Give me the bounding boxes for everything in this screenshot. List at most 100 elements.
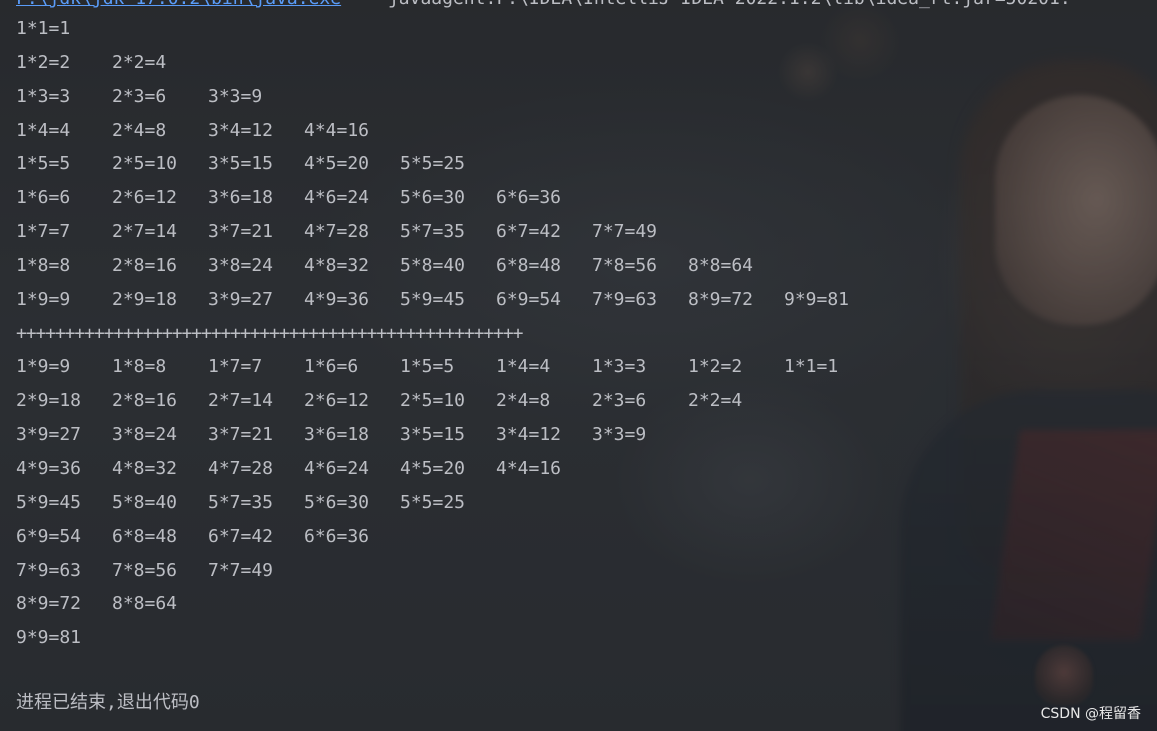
product-cell: 1*9=9 [16,356,71,378]
product-cell: 6*6=36 [304,525,370,547]
product-cell: 2*9=18 [16,390,82,412]
command-args: -javaagent:F:\IDEA\IntelliJ IDEA 2022.1.… [377,0,1071,9]
product-cell: 2*3=6 [112,85,167,107]
output-line: 3*9=27 3*8=24 3*7=21 3*6=18 3*5=15 3*4=12 3*3=… [16,422,880,456]
product-cell: 4*6=24 [304,187,370,209]
product-cell: 5*6=30 [400,187,466,209]
product-cell: 9*9=81 [784,288,850,310]
product-cell: 4*5=20 [304,153,370,175]
output-line: 1*9=9 1*8=8 1*7=7 1*6=6 1*5=5 1*4=4 1*3=3 1*2=2… [16,354,880,388]
output-line: 1*4=4 2*4=8 3*4=12 4*4=16 [16,118,880,152]
product-cell: 1*4=4 [16,119,71,141]
product-cell: 3*4=12 [496,424,562,446]
product-cell: 2*4=8 [496,390,551,412]
product-cell: 2*6=12 [304,390,370,412]
product-cell: 6*9=54 [496,288,562,310]
product-cell: 8*9=72 [16,593,82,615]
output-line: 9*9=81 [16,625,880,659]
product-cell: 2*4=8 [112,119,167,141]
product-cell: 4*9=36 [304,288,370,310]
product-cell: 5*5=25 [400,491,466,513]
product-cell: 4*8=32 [304,254,370,276]
product-cell: 4*5=20 [400,457,466,479]
command-line: F:\jdk\jdk-17.0.2\bin\java.exe -javaagent… [16,0,1071,10]
product-cell: 2*2=4 [112,51,167,73]
product-cell: 1*1=1 [16,18,71,39]
output-line: 7*9=63 7*8=56 7*7=49 [16,558,880,592]
exit-message: 进程已结束,退出代码0 [16,692,200,713]
java-exe-link[interactable]: F:\jdk\jdk-17.0.2\bin\java.exe [16,0,341,9]
product-cell: 5*6=30 [304,491,370,513]
product-cell: 3*5=15 [400,424,466,446]
product-cell: 2*5=10 [112,153,178,175]
product-cell: 5*8=40 [400,254,466,276]
product-cell: 5*7=35 [208,491,274,513]
product-cell: 3*3=9 [592,424,647,446]
product-cell: 3*6=18 [208,187,274,209]
product-cell: 1*5=5 [400,356,455,378]
output-line: 4*9=36 4*8=32 4*7=28 4*6=24 4*5=20 4*4=16 [16,456,880,490]
product-cell: 5*5=25 [400,153,466,175]
product-cell: 4*7=28 [304,221,370,243]
product-cell: 3*9=27 [208,288,274,310]
output-line: 8*9=72 8*8=64 [16,591,880,625]
output-line: 1*9=9 2*9=18 3*9=27 4*9=36 5*9=45 6*9=54 7*9=6… [16,287,880,321]
output-line: 1*1=1 [16,16,880,50]
product-cell: 1*5=5 [16,153,71,175]
product-cell: 9*9=81 [16,627,82,649]
product-cell: 1*1=1 [784,356,839,378]
separator-line: ++++++++++++++++++++++++++++++++++++++++… [16,322,523,344]
output-line: 1*3=3 2*3=6 3*3=9 [16,84,880,118]
product-cell: 3*7=21 [208,424,274,446]
product-cell: 5*7=35 [400,221,466,243]
product-cell: 4*6=24 [304,457,370,479]
product-cell: 1*6=6 [304,356,359,378]
output-line: 1*7=7 2*7=14 3*7=21 4*7=28 5*7=35 6*7=42 7*7=4… [16,219,880,253]
product-cell: 1*6=6 [16,187,71,209]
product-cell: 7*8=56 [592,254,658,276]
run-console[interactable]: F:\jdk\jdk-17.0.2\bin\java.exe -javaagent… [0,0,1157,731]
product-cell: 3*4=12 [208,119,274,141]
product-cell: 7*9=63 [16,559,82,581]
product-cell: 3*8=24 [208,254,274,276]
product-cell: 4*8=32 [112,457,178,479]
output-line: 6*9=54 6*8=48 6*7=42 6*6=36 [16,524,880,558]
output-line: 1*8=8 2*8=16 3*8=24 4*8=32 5*8=40 6*8=48 7*8=5… [16,253,880,287]
product-cell: 2*3=6 [592,390,647,412]
output-line: 1*5=5 2*5=10 3*5=15 4*5=20 5*5=25 [16,151,880,185]
output-line: 5*9=45 5*8=40 5*7=35 5*6=30 5*5=25 [16,490,880,524]
product-cell: 6*7=42 [208,525,274,547]
product-cell: 7*9=63 [592,288,658,310]
product-cell: 1*7=7 [16,221,71,243]
watermark: CSDN @程留香 [1040,706,1141,722]
product-cell: 7*7=49 [592,221,658,243]
output-line: 2*9=18 2*8=16 2*7=14 2*6=12 2*5=10 2*4=8 2*3=6… [16,388,880,422]
product-cell: 4*7=28 [208,457,274,479]
product-cell: 1*4=4 [496,356,551,378]
product-cell: 1*2=2 [688,356,743,378]
product-cell: 3*9=27 [16,424,82,446]
product-cell: 4*4=16 [496,457,562,479]
product-cell: 7*7=49 [208,559,274,581]
product-cell: 6*9=54 [16,525,82,547]
product-cell: 4*9=36 [16,457,82,479]
product-cell: 4*4=16 [304,119,370,141]
product-cell: 3*8=24 [112,424,178,446]
product-cell: 1*3=3 [16,85,71,107]
product-cell: 5*9=45 [400,288,466,310]
product-cell: 3*7=21 [208,221,274,243]
product-cell: 2*7=14 [112,221,178,243]
product-cell: 6*8=48 [112,525,178,547]
output-line: 1*2=2 2*2=4 [16,50,880,84]
product-cell: 6*8=48 [496,254,562,276]
product-cell: 6*7=42 [496,221,562,243]
console-output: 1*1=1 1*2=2 2*2=4 1*3=3 2*3=6 3*3=9 1*4=4 2*4=8… [16,16,880,659]
product-cell: 3*3=9 [208,85,263,107]
product-cell: 2*7=14 [208,390,274,412]
product-cell: 2*6=12 [112,187,178,209]
product-cell: 1*3=3 [592,356,647,378]
product-cell: 1*8=8 [16,254,71,276]
output-line: 1*6=6 2*6=12 3*6=18 4*6=24 5*6=30 6*6=36 [16,185,880,219]
product-cell: 8*9=72 [688,288,754,310]
product-cell: 3*6=18 [304,424,370,446]
